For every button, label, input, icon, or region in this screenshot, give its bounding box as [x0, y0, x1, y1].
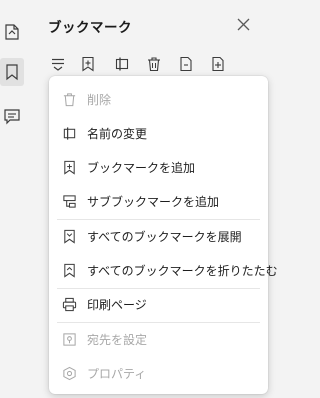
options-menu-icon: [52, 58, 64, 71]
bookmark-panel-button[interactable]: [0, 58, 24, 86]
properties-icon: [61, 365, 77, 381]
document-icon: [180, 56, 192, 72]
comment-icon: [4, 109, 20, 125]
close-icon: [237, 18, 249, 30]
menu-item-label: 印刷ページ: [87, 298, 147, 312]
menu-separator: [57, 322, 260, 323]
menu-item-collapse-all[interactable]: すべてのブックマークを折りたたむ: [49, 255, 278, 285]
menu-item-label: すべてのブックマークを折りたたむ: [87, 264, 278, 278]
menu-item-label: すべてのブックマークを展開: [87, 230, 242, 244]
comment-panel-button[interactable]: [0, 102, 24, 130]
menu-item-label: 名前の変更: [87, 127, 148, 141]
toolbar-add-document-button[interactable]: [208, 54, 228, 74]
menu-item-label: 宛先を設定: [87, 333, 148, 347]
add-bookmark-icon: [61, 159, 77, 175]
menu-item-add-sub-bookmark[interactable]: サブブックマークを追加: [49, 186, 268, 216]
menu-item-label: プロパティ: [87, 367, 147, 381]
menu-item-expand-all[interactable]: すべてのブックマークを展開: [49, 221, 268, 251]
collapse-all-icon: [61, 262, 77, 278]
menu-item-label: ブックマークを追加: [87, 161, 196, 175]
bookmark-options-menu: 削除 名前の変更 ブックマークを追加 サブブックマークを追加 すべてのブックマー…: [49, 76, 278, 394]
delete-icon: [148, 57, 160, 72]
set-destination-icon: [61, 331, 77, 347]
bookmark-icon: [6, 64, 18, 81]
add-sub-bookmark-icon: [61, 193, 77, 209]
rename-icon: [115, 57, 129, 71]
menu-item-print-page[interactable]: 印刷ページ: [49, 289, 268, 319]
menu-item-add-bookmark[interactable]: ブックマークを追加: [49, 152, 268, 182]
toolbar-rename-button[interactable]: [112, 54, 132, 74]
trash-icon: [61, 91, 77, 107]
toolbar-delete-button[interactable]: [144, 54, 164, 74]
toolbar-document-button[interactable]: [176, 54, 196, 74]
menu-item-properties[interactable]: プロパティ: [49, 358, 268, 388]
menu-item-rename[interactable]: 名前の変更: [49, 118, 268, 148]
add-bookmark-icon: [82, 56, 94, 72]
menu-item-delete[interactable]: 削除: [49, 84, 268, 114]
panel-title: ブックマーク: [48, 20, 132, 36]
expand-all-icon: [61, 228, 77, 244]
left-rail: [0, 0, 26, 398]
rename-icon: [61, 125, 77, 141]
menu-separator: [57, 219, 260, 220]
menu-item-label: 削除: [87, 93, 112, 107]
options-menu-button[interactable]: [48, 54, 68, 74]
toolbar-add-bookmark-button[interactable]: [78, 54, 98, 74]
page-thumbnail-icon: [5, 24, 19, 40]
printer-icon: [61, 296, 77, 312]
close-button[interactable]: [233, 14, 253, 34]
page-thumbnail-button[interactable]: [0, 18, 24, 46]
add-document-icon: [212, 56, 224, 72]
menu-item-label: サブブックマークを追加: [87, 195, 220, 209]
menu-item-set-destination[interactable]: 宛先を設定: [49, 324, 268, 354]
